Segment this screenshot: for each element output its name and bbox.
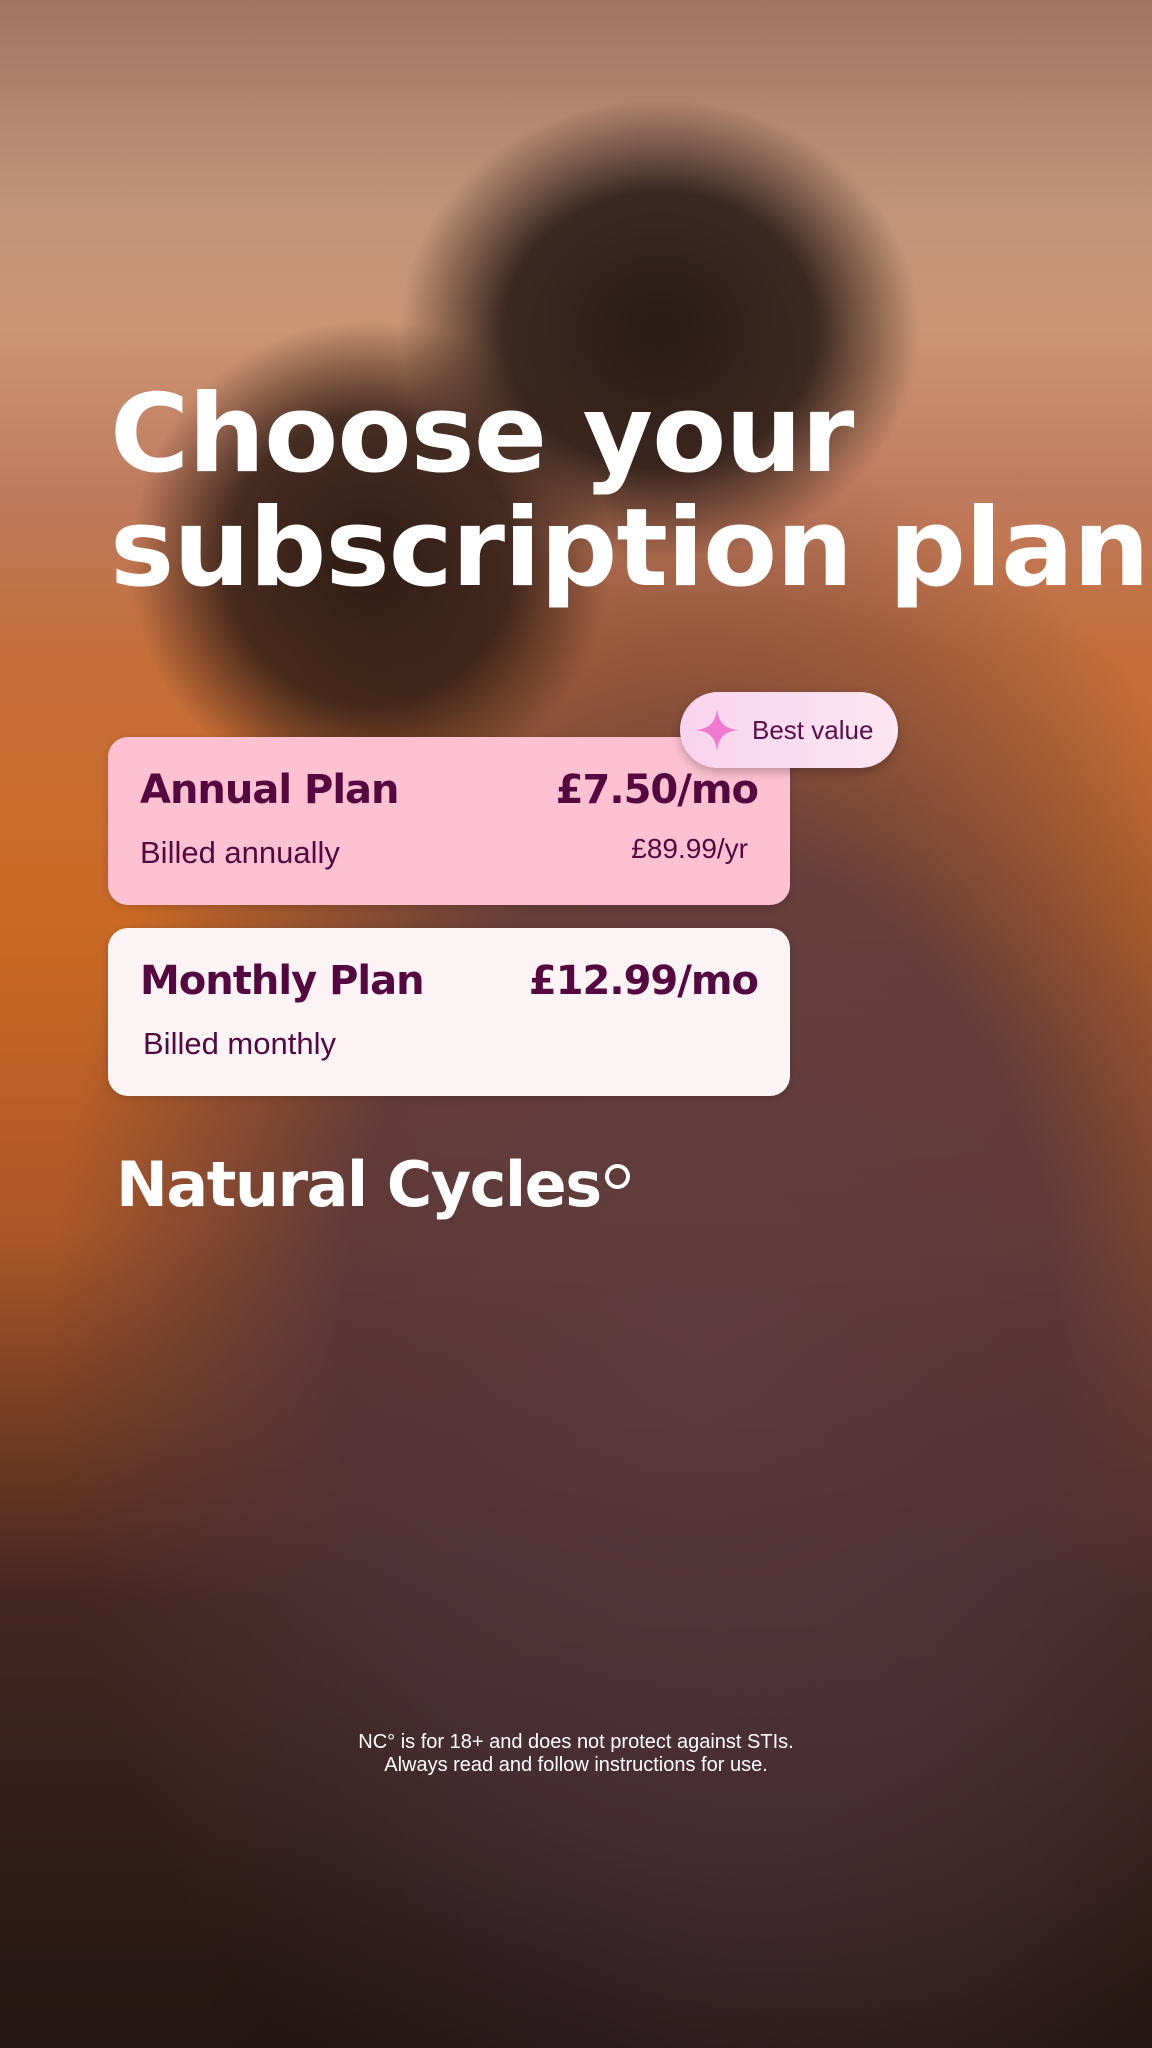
annual-plan-yearly-price: £89.99/yr xyxy=(631,833,748,864)
page-title-line-2: subscription plan xyxy=(110,486,1150,611)
sparkle-icon xyxy=(696,709,738,751)
annual-plan-name: Annual Plan xyxy=(140,767,400,813)
monthly-plan-price: £12.99/mo xyxy=(528,958,759,1004)
page-title-line-1: Choose your xyxy=(110,372,854,497)
page-title: Choose your subscription plan xyxy=(110,372,1150,611)
brand-ring-icon xyxy=(604,1164,630,1189)
best-value-badge: Best value xyxy=(680,692,898,768)
monthly-plan-billing: Billed monthly xyxy=(143,1026,336,1061)
monthly-plan-card[interactable]: Monthly Plan £12.99/mo Billed monthly xyxy=(108,928,790,1096)
disclaimer-line-2: Always read and follow instructions for … xyxy=(384,1754,768,1776)
brand-name: Natural Cycles xyxy=(116,1148,602,1221)
disclaimer: NC° is for 18+ and does not protect agai… xyxy=(0,1731,1152,1777)
monthly-plan-name: Monthly Plan xyxy=(140,958,425,1004)
brand-logo: Natural Cycles xyxy=(116,1148,630,1221)
annual-plan-card[interactable]: Annual Plan £7.50/mo Billed annually £89… xyxy=(108,737,790,905)
annual-plan-price: £7.50/mo xyxy=(555,767,759,813)
annual-plan-billing: Billed annually xyxy=(140,835,340,870)
disclaimer-line-1: NC° is for 18+ and does not protect agai… xyxy=(358,1731,794,1753)
best-value-label: Best value xyxy=(752,714,874,745)
